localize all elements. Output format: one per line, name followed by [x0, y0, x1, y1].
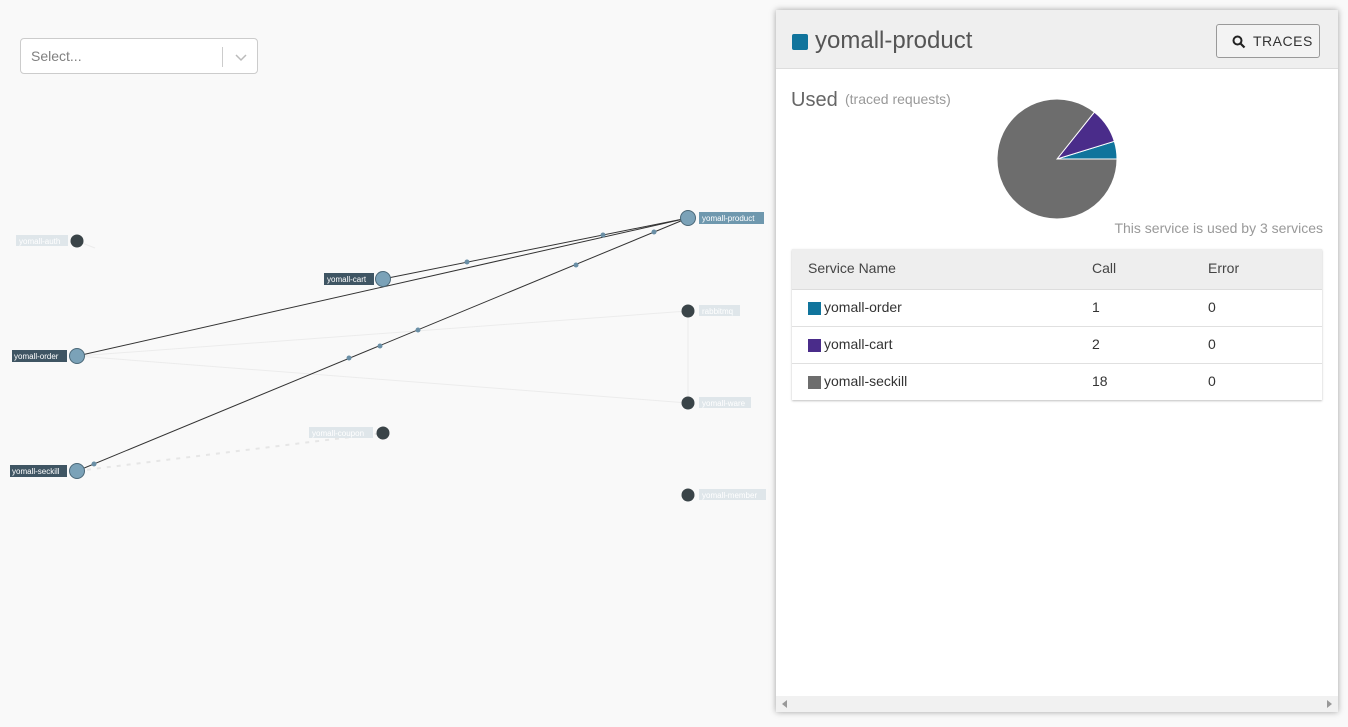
row-color-swatch — [808, 376, 821, 389]
edge-traffic-dot — [415, 327, 421, 333]
traces-button[interactable]: TRACES — [1216, 24, 1320, 58]
graph-node-order[interactable]: yomall-order — [12, 348, 85, 364]
service-color-swatch — [792, 34, 808, 50]
graph-node-rabbitmq[interactable]: rabbitmq — [681, 304, 741, 318]
row-color-swatch — [808, 302, 821, 315]
panel-header: yomall-product TRACES — [776, 10, 1338, 69]
column-header-service-name[interactable]: Service Name — [808, 260, 896, 276]
graph-node-seckill[interactable]: yomall-seckill — [10, 463, 85, 479]
edge-traffic-dot — [651, 229, 657, 235]
row-service-name: yomall-cart — [824, 336, 893, 352]
node-label: yomall-coupon — [312, 429, 364, 438]
table-row[interactable]: yomall-seckill 18 0 — [792, 364, 1322, 400]
graph-node-ware[interactable]: yomall-ware — [681, 396, 752, 410]
edge-traffic-dot — [464, 259, 470, 265]
row-call-count: 18 — [1092, 373, 1108, 389]
scroll-right-arrow-icon[interactable] — [1327, 700, 1332, 708]
used-by-text: This service is used by 3 services — [1114, 220, 1323, 236]
used-subheading: (traced requests) — [845, 91, 951, 107]
traces-button-label: TRACES — [1253, 33, 1313, 49]
table-header: Service Name Call Error — [792, 249, 1322, 290]
service-dependency-graph[interactable]: yomall-auth yomall-cart yomall-order yom… — [0, 0, 775, 727]
row-color-swatch — [808, 339, 821, 352]
scroll-left-arrow-icon[interactable] — [782, 700, 787, 708]
row-service-name: yomall-seckill — [824, 373, 908, 389]
node-label: yomall-auth — [19, 237, 60, 246]
edge-traffic-dot — [346, 355, 352, 361]
panel-title: yomall-product — [815, 27, 973, 54]
row-error-count: 0 — [1208, 373, 1216, 389]
edge-traffic-dot — [573, 262, 579, 268]
graph-node-coupon[interactable]: yomall-coupon — [309, 426, 390, 440]
node-label: yomall-order — [14, 352, 59, 361]
row-error-count: 0 — [1208, 336, 1216, 352]
table-row[interactable]: yomall-order 1 0 — [792, 290, 1322, 327]
node-label: rabbitmq — [702, 307, 733, 316]
graph-node-member[interactable]: yomall-member — [681, 488, 767, 502]
node-label: yomall-seckill — [12, 467, 60, 476]
edge-traffic-dot — [600, 232, 606, 238]
row-service-name: yomall-order — [824, 299, 902, 315]
row-error-count: 0 — [1208, 299, 1216, 315]
callers-table: Service Name Call Error yomall-order 1 0… — [792, 249, 1322, 400]
used-heading: Used — [791, 89, 838, 111]
edge-traffic-dot — [377, 343, 383, 349]
graph-node-auth[interactable]: yomall-auth — [16, 234, 84, 248]
edge-traffic-dot — [91, 461, 97, 467]
node-label: yomall-member — [702, 491, 757, 500]
row-call-count: 1 — [1092, 299, 1100, 315]
row-call-count: 2 — [1092, 336, 1100, 352]
node-label: yomall-cart — [327, 275, 367, 284]
table-row[interactable]: yomall-cart 2 0 — [792, 327, 1322, 364]
graph-node-cart[interactable]: yomall-cart — [324, 271, 391, 287]
service-detail-panel: yomall-product TRACES Used (traced reque… — [776, 10, 1338, 712]
graph-node-product[interactable]: yomall-product — [680, 210, 765, 226]
node-label: yomall-product — [702, 214, 755, 223]
column-header-call[interactable]: Call — [1092, 260, 1116, 276]
horizontal-scrollbar[interactable] — [776, 696, 1338, 712]
column-header-error[interactable]: Error — [1208, 260, 1239, 276]
usage-pie-chart — [996, 98, 1118, 220]
search-icon — [1232, 35, 1246, 49]
node-label: yomall-ware — [702, 399, 746, 408]
